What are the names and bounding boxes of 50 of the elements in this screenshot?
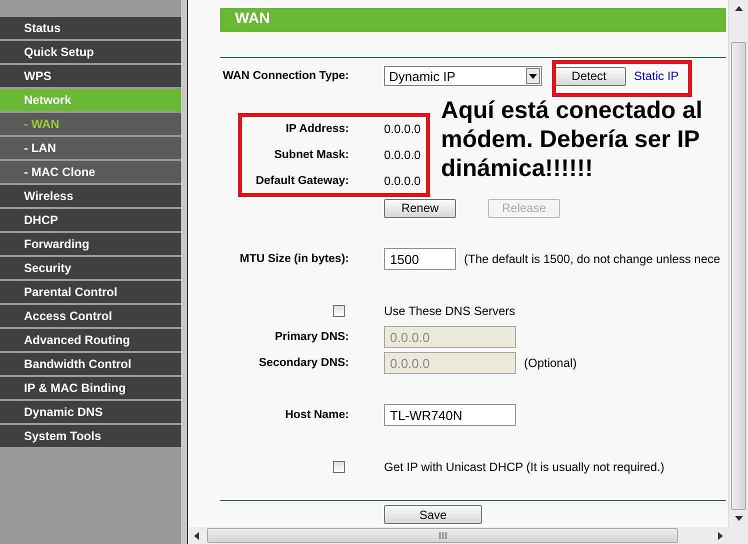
grip-icon: [438, 532, 446, 539]
checkbox[interactable]: [333, 305, 345, 317]
vertical-scrollbar[interactable]: [728, 0, 748, 527]
status-value: 0.0.0.0: [384, 122, 421, 136]
sidebar-item[interactable]: Wireless: [0, 185, 181, 207]
checkbox[interactable]: [333, 461, 345, 473]
page-title: WAN: [220, 8, 726, 32]
sidebar-item[interactable]: Security: [0, 257, 181, 279]
sidebar-item[interactable]: Quick Setup: [0, 41, 181, 63]
field-label: Host Name:: [285, 409, 349, 421]
horizontal-scrollbar[interactable]: [188, 527, 748, 544]
checkbox-label: Use These DNS Servers: [384, 304, 516, 318]
field-label: Secondary DNS:: [258, 357, 349, 369]
sidebar-item[interactable]: - WAN: [0, 113, 181, 135]
sidebar-item[interactable]: - LAN: [0, 137, 181, 159]
sidebar-item[interactable]: IP & MAC Binding: [0, 377, 181, 399]
input-field[interactable]: 1500: [384, 248, 456, 270]
mtu-note: (The default is 1500, do not change unless nece: [464, 252, 720, 266]
sidebar-item[interactable]: WPS: [0, 65, 181, 87]
field-label: MTU Size (in bytes):: [240, 253, 349, 265]
status-value: 0.0.0.0: [384, 148, 421, 162]
sidebar-item[interactable]: Forwarding: [0, 233, 181, 255]
scroll-right-icon[interactable]: [718, 532, 723, 540]
caret-icon: [526, 68, 540, 84]
field-label: Primary DNS:: [274, 331, 349, 343]
save-button[interactable]: Save: [384, 505, 482, 524]
annotation-text: Aquí está conectado al módem. Debería ser IP dinámica!!!!!!: [441, 96, 704, 183]
input-field[interactable]: TL-WR740N: [384, 404, 516, 426]
sidebar-item[interactable]: Parental Control: [0, 281, 181, 303]
field-label: WAN Connection Type:: [222, 70, 349, 82]
scroll-down-icon[interactable]: [734, 516, 742, 521]
status-value: 0.0.0.0: [384, 174, 421, 188]
static-ip-link[interactable]: Static IP: [634, 69, 679, 83]
sidebar-item[interactable]: - MAC Clone: [0, 161, 181, 183]
scroll-up-icon[interactable]: [734, 6, 742, 11]
connection-type-dropdown[interactable]: Dynamic IP: [384, 66, 542, 86]
field-label: Default Gateway:: [256, 175, 349, 187]
optional-note: (Optional): [524, 356, 577, 370]
sidebar-item[interactable]: DHCP: [0, 209, 181, 231]
sidebar-item[interactable]: Status: [0, 17, 181, 39]
checkbox-label: Get IP with Unicast DHCP (It is usually not required.): [384, 460, 664, 474]
scroll-left-icon[interactable]: [194, 532, 199, 540]
renew-button[interactable]: Renew: [384, 198, 456, 218]
field-label: IP Address:: [286, 123, 349, 135]
field-label: Subnet Mask:: [274, 149, 349, 161]
sidebar-item[interactable]: Bandwidth Control: [0, 353, 181, 375]
sidebar-item[interactable]: System Tools: [0, 425, 181, 447]
sidebar-item[interactable]: Dynamic DNS: [0, 401, 181, 423]
sidebar-item[interactable]: Advanced Routing: [0, 329, 181, 351]
sidebar-item[interactable]: Access Control: [0, 305, 181, 327]
